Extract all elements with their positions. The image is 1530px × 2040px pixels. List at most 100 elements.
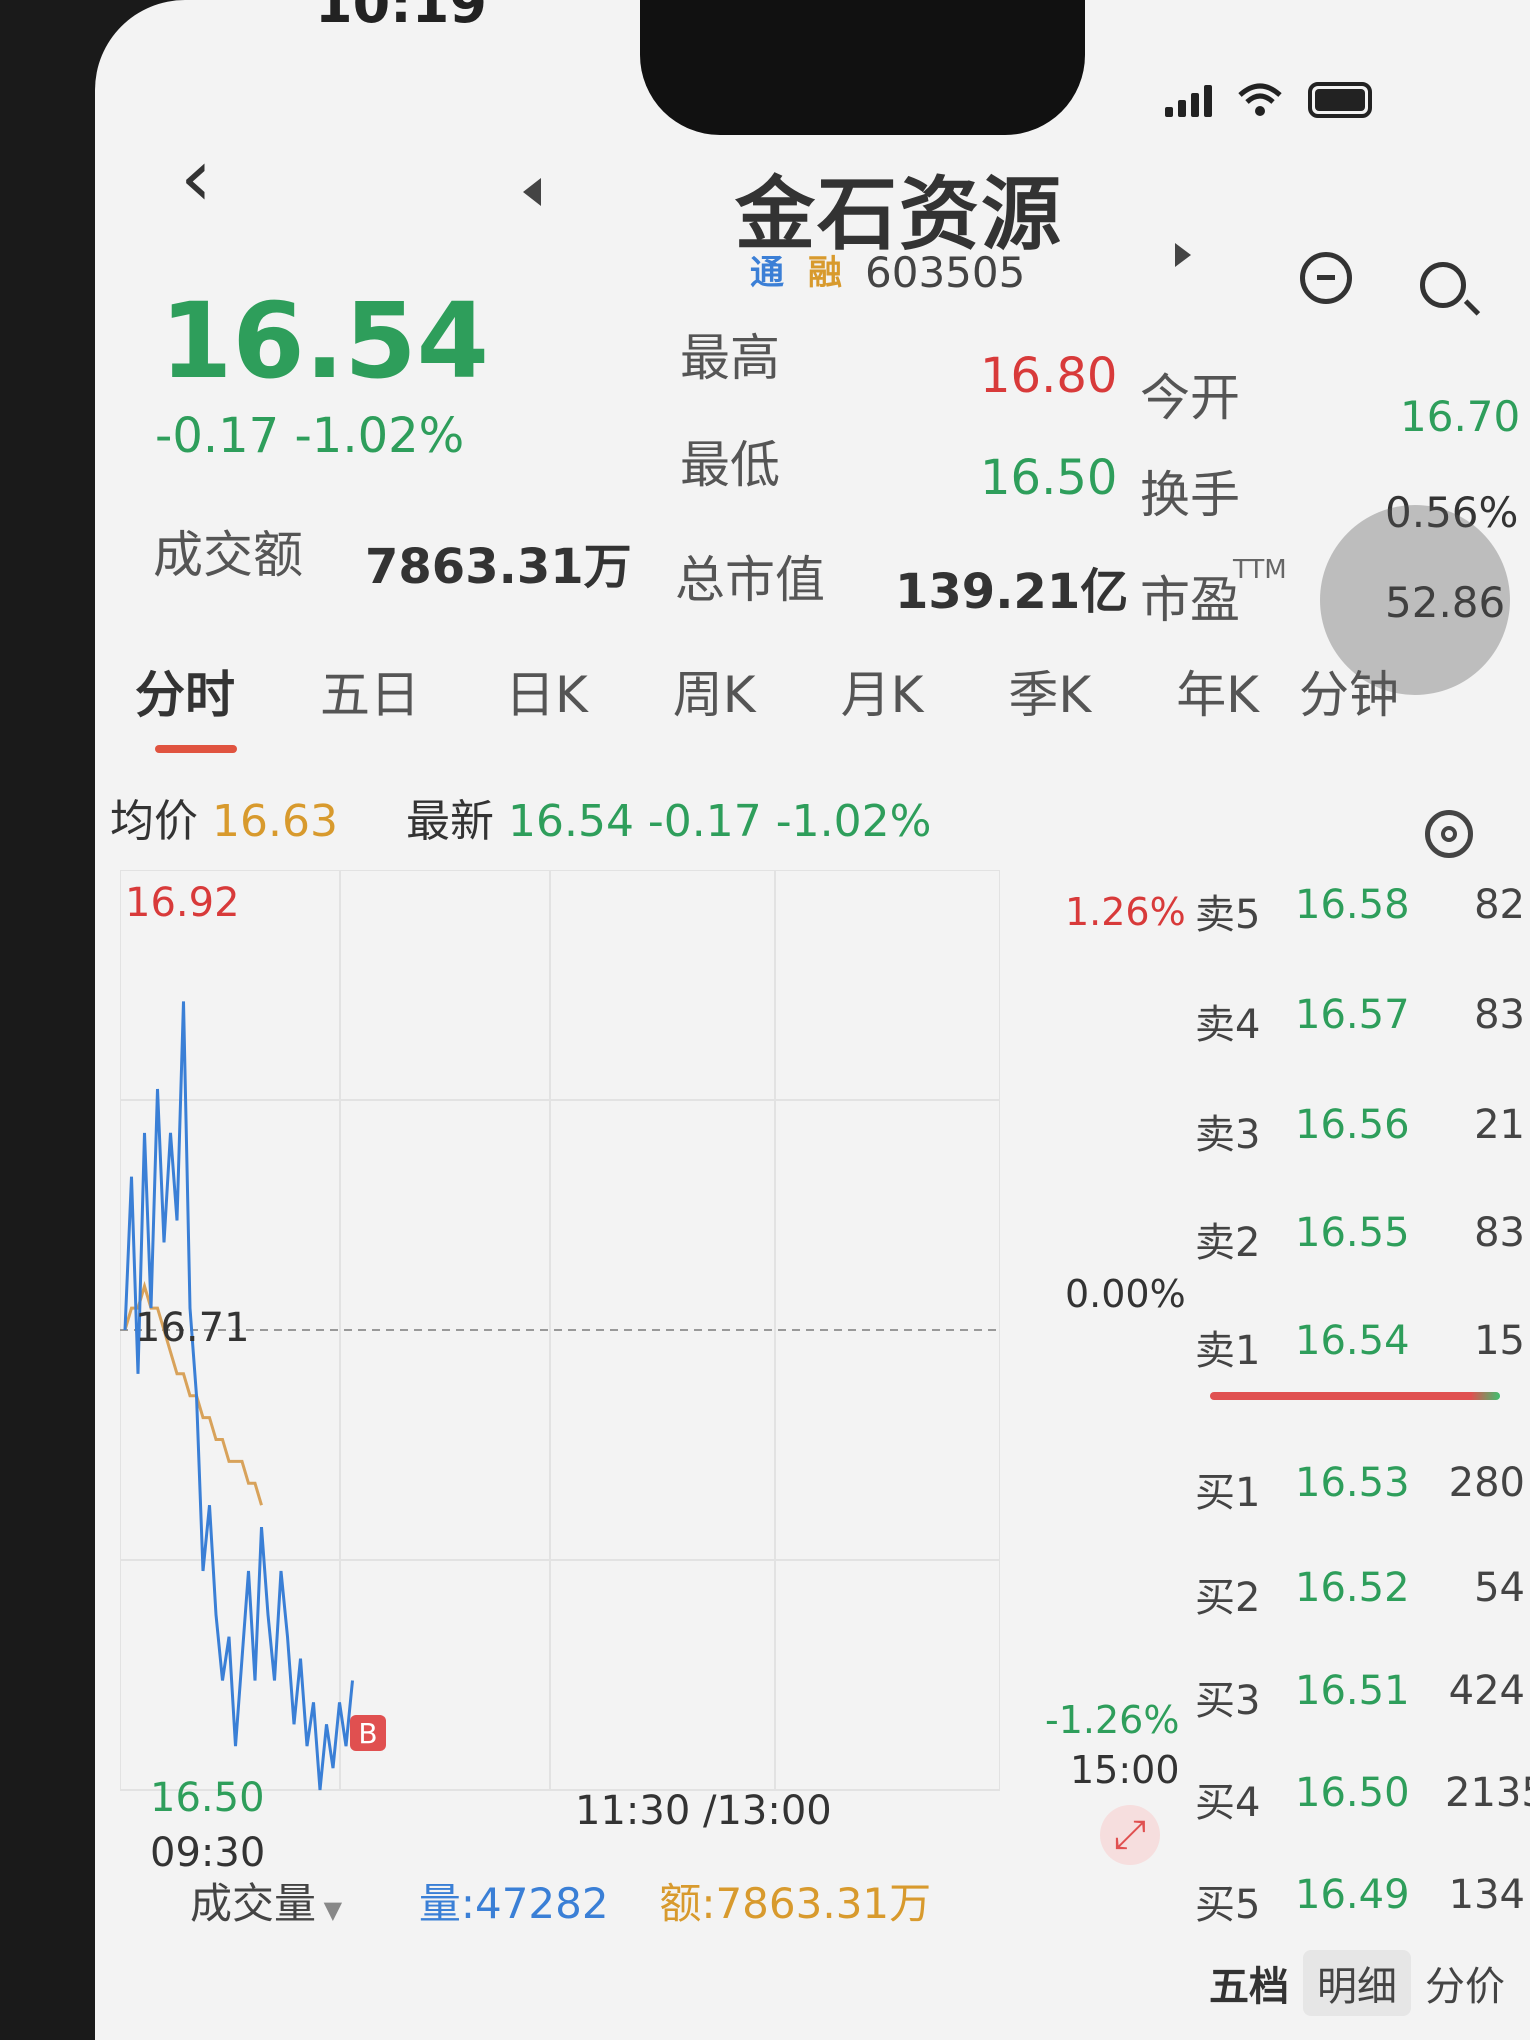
sell-level-label: 卖5 (1195, 892, 1261, 938)
buy-level-price: 16.52 (1295, 1565, 1410, 1611)
tab-five-day[interactable]: 五日 (320, 655, 420, 727)
signal-icon (1165, 83, 1212, 117)
buy-level-5[interactable]: 买5 16.49 134 (1195, 1872, 1525, 1930)
sell-level-2[interactable]: 卖2 16.55 83 (1195, 1210, 1525, 1268)
chart-bottom-price: 16.50 (150, 1775, 265, 1821)
buy-level-label: 买3 (1195, 1678, 1261, 1724)
buy-level-qty: 134 (1448, 1872, 1525, 1918)
tab-monthly-k[interactable]: 月K (841, 655, 924, 727)
tab-yearly-k[interactable]: 年K (1176, 655, 1259, 727)
active-tab-indicator (155, 745, 237, 753)
search-icon[interactable] (1420, 262, 1466, 308)
buy-level-label: 买1 (1195, 1470, 1261, 1516)
sell-level-5[interactable]: 卖5 16.58 82 (1195, 882, 1525, 940)
buy-marker-text: B (358, 1717, 377, 1750)
volume-qty: 量:47282 (418, 1879, 609, 1928)
sell-level-3[interactable]: 卖3 16.56 21 (1195, 1102, 1525, 1160)
intraday-chart[interactable]: B (120, 870, 1000, 1830)
sell-level-qty: 21 (1474, 1102, 1525, 1148)
buy-level-2[interactable]: 买2 16.52 54 (1195, 1565, 1525, 1623)
buy-level-label: 买4 (1195, 1780, 1261, 1826)
remove-watchlist-icon[interactable] (1300, 252, 1352, 304)
chart-top-pct: 1.26% (1065, 890, 1186, 934)
avg-price-value: 16.63 (212, 796, 338, 847)
chart-mid-price: 16.71 (135, 1305, 250, 1351)
depth-tabs: 五档 明细 分价 (1195, 1950, 1519, 2016)
sell-level-4[interactable]: 卖4 16.57 83 (1195, 992, 1525, 1050)
status-icons (1165, 82, 1372, 118)
buy-level-label: 买5 (1195, 1882, 1261, 1928)
buy-level-price: 16.53 (1295, 1460, 1410, 1506)
sell-level-label: 卖3 (1195, 1112, 1261, 1158)
low-label: 最低 (680, 436, 780, 494)
sell-level-price: 16.58 (1295, 882, 1410, 928)
amount-label: 成交额 (153, 526, 303, 584)
volume-bar: 成交量 ▼ 量:47282 额:7863.31万 (190, 1879, 932, 1928)
back-icon[interactable]: ‹ (180, 138, 212, 218)
period-tabs: 分时 五日 日K 周K 月K 季K 年K 分钟 (135, 655, 1530, 727)
tab-price-dist[interactable]: 分价 (1411, 1950, 1519, 2016)
chart-mid-pct: 0.00% (1065, 1272, 1186, 1316)
pe-ttm-label: TTM (1233, 555, 1287, 585)
sell-level-price: 16.54 (1295, 1318, 1410, 1364)
dynamic-island (640, 0, 1085, 135)
phone-screen: 10:19 ‹ 金石资源 通 融 603505 16.54 -0.17 -1.0… (95, 0, 1530, 2040)
sell-level-qty: 83 (1474, 1210, 1525, 1256)
mktcap-value: 139.21亿 (895, 564, 1129, 620)
tab-minute[interactable]: 分钟 (1299, 655, 1399, 727)
sell-level-label: 卖4 (1195, 1002, 1261, 1048)
battery-icon (1308, 82, 1372, 118)
sell-level-qty: 82 (1474, 882, 1525, 928)
sell-level-qty: 15 (1474, 1318, 1525, 1364)
latest-label: 最新 (405, 796, 494, 847)
time-midday: 11:30 /13:00 (575, 1788, 832, 1834)
buy-level-1[interactable]: 买1 16.53 280 (1195, 1460, 1525, 1518)
high-label: 最高 (680, 329, 780, 387)
chart-top-price: 16.92 (125, 880, 240, 926)
sell-level-price: 16.56 (1295, 1102, 1410, 1148)
orderbook-divider (1210, 1392, 1500, 1400)
buy-marker[interactable]: B (350, 1715, 386, 1751)
high-value: 16.80 (980, 348, 1118, 404)
prev-stock-icon[interactable] (523, 178, 541, 206)
buy-level-qty: 54 (1474, 1565, 1525, 1611)
next-stock-icon[interactable] (1175, 243, 1191, 267)
sell-level-qty: 83 (1474, 992, 1525, 1038)
tab-weekly-k[interactable]: 周K (673, 655, 756, 727)
buy-level-price: 16.51 (1295, 1668, 1410, 1714)
wifi-icon (1238, 83, 1282, 116)
sell-level-1[interactable]: 卖1 16.54 15 (1195, 1318, 1525, 1376)
expand-chart-icon[interactable]: ⤢ (1100, 1805, 1160, 1865)
volume-amount: 额:7863.31万 (659, 1879, 932, 1928)
open-value: 16.70 (1400, 392, 1521, 441)
intraday-info-bar: 均价 16.63 最新 16.54 -0.17 -1.02% (110, 785, 931, 849)
mktcap-label: 总市值 (675, 551, 825, 609)
tab-intraday[interactable]: 分时 (135, 655, 235, 727)
settings-gear-icon[interactable] (1425, 810, 1473, 858)
price-change: -0.17 -1.02% (155, 408, 465, 464)
tab-details[interactable]: 明细 (1303, 1950, 1411, 2016)
time-close: 15:00 (1070, 1748, 1180, 1792)
tag-rong: 融 (808, 253, 842, 293)
tab-quarterly-k[interactable]: 季K (1008, 655, 1091, 727)
buy-level-label: 买2 (1195, 1575, 1261, 1621)
turnover-label: 换手 (1140, 466, 1240, 524)
avg-price-label: 均价 (110, 796, 198, 847)
stock-code: 603505 (865, 248, 1026, 297)
buy-level-qty: 424 (1448, 1668, 1525, 1714)
sell-level-label: 卖2 (1195, 1220, 1261, 1266)
open-label: 今开 (1140, 369, 1240, 427)
tag-tong: 通 (750, 253, 784, 293)
low-value: 16.50 (980, 450, 1118, 506)
buy-level-3[interactable]: 买3 16.51 424 (1195, 1668, 1525, 1726)
volume-selector[interactable]: 成交量 (190, 1879, 316, 1928)
sell-level-price: 16.57 (1295, 992, 1410, 1038)
latest-value: 16.54 -0.17 -1.02% (507, 796, 932, 847)
buy-level-price: 16.50 (1295, 1770, 1410, 1816)
buy-level-price: 16.49 (1295, 1872, 1410, 1918)
buy-level-4[interactable]: 买4 16.50 2135 (1195, 1770, 1530, 1828)
current-price: 16.54 (160, 280, 489, 402)
tab-five-levels[interactable]: 五档 (1195, 1950, 1303, 2016)
amount-value: 7863.31万 (365, 539, 632, 595)
tab-daily-k[interactable]: 日K (505, 655, 588, 727)
